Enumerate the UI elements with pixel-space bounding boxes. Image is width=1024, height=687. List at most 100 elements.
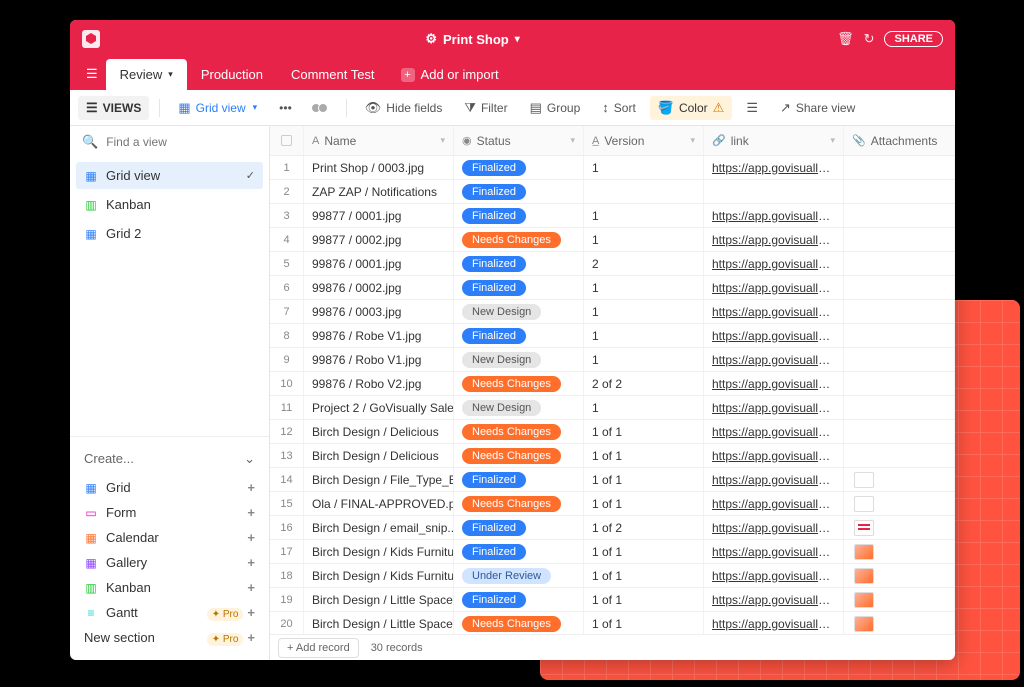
cell-name[interactable]: Ola / FINAL-APPROVED.png	[304, 492, 454, 515]
cell-attachment[interactable]	[844, 156, 955, 179]
cell-version[interactable]: 1 of 1	[584, 492, 704, 515]
cell-link-wrap[interactable]: https://app.govisually.com/...	[704, 300, 844, 323]
table-row[interactable]: 2ZAP ZAP / NotificationsFinalized	[270, 180, 955, 204]
cell-link[interactable]: https://app.govisually.com/...	[712, 545, 835, 559]
share-view-button[interactable]: ↗Share view	[772, 96, 863, 120]
group-button[interactable]: ▤Group	[522, 96, 589, 120]
column-header-name[interactable]: AName▾	[304, 126, 454, 155]
cell-version[interactable]: 1	[584, 276, 704, 299]
cell-name[interactable]: 99876 / 0002.jpg	[304, 276, 454, 299]
cell-link-wrap[interactable]: https://app.govisually.com/...	[704, 612, 844, 634]
sidebar-view-kanban[interactable]: ▥Kanban	[76, 191, 263, 218]
table-row[interactable]: 1Print Shop / 0003.jpgFinalized1https://…	[270, 156, 955, 180]
sort-button[interactable]: ↕Sort	[594, 96, 644, 119]
table-row[interactable]: 16Birch Design / email_snip...Finalized1…	[270, 516, 955, 540]
table-row[interactable]: 599876 / 0001.jpgFinalized2https://app.g…	[270, 252, 955, 276]
cell-status[interactable]: Finalized	[454, 276, 584, 299]
cell-version[interactable]: 1	[584, 156, 704, 179]
cell-version[interactable]: 1 of 1	[584, 444, 704, 467]
cell-version[interactable]: 1	[584, 348, 704, 371]
cell-link-wrap[interactable]: https://app.govisually.com/...	[704, 492, 844, 515]
cell-status[interactable]: New Design	[454, 348, 584, 371]
cell-version[interactable]: 1 of 1	[584, 540, 704, 563]
cell-version[interactable]: 1	[584, 396, 704, 419]
create-kanban[interactable]: ▥Kanban+	[78, 575, 261, 600]
sidebar-view-grid-view[interactable]: ▦Grid view✓	[76, 162, 263, 189]
cell-link-wrap[interactable]: https://app.govisually.com/...	[704, 540, 844, 563]
base-title[interactable]: Print Shop	[443, 32, 509, 47]
more-button[interactable]: •••	[271, 97, 300, 119]
cell-name[interactable]: Birch Design / Little Spaces...	[304, 612, 454, 634]
cell-name[interactable]: Birch Design / Kids Furnitur...	[304, 540, 454, 563]
table-row[interactable]: 15Ola / FINAL-APPROVED.pngNeeds Changes1…	[270, 492, 955, 516]
cell-name[interactable]: 99876 / Robo V2.jpg	[304, 372, 454, 395]
cell-name[interactable]: Birch Design / email_snip...	[304, 516, 454, 539]
cell-link-wrap[interactable]: https://app.govisually.com/...	[704, 228, 844, 251]
cell-attachment[interactable]	[844, 516, 955, 539]
menu-icon[interactable]: ☰	[78, 66, 106, 90]
attachment-thumbnail[interactable]	[854, 520, 874, 536]
cell-link[interactable]: https://app.govisually.com/...	[712, 449, 835, 463]
cell-link[interactable]: https://app.govisually.com/...	[712, 401, 835, 415]
table-row[interactable]: 499877 / 0002.jpgNeeds Changes1https://a…	[270, 228, 955, 252]
cell-name[interactable]: Print Shop / 0003.jpg	[304, 156, 454, 179]
cell-link-wrap[interactable]: https://app.govisually.com/...	[704, 252, 844, 275]
cell-attachment[interactable]	[844, 300, 955, 323]
cell-link[interactable]: https://app.govisually.com/...	[712, 305, 835, 319]
cell-link[interactable]: https://app.govisually.com/...	[712, 521, 835, 535]
cell-attachment[interactable]	[844, 420, 955, 443]
views-button[interactable]: ☰VIEWS	[78, 96, 149, 120]
find-view-input[interactable]	[106, 135, 257, 149]
cell-name[interactable]: 99877 / 0002.jpg	[304, 228, 454, 251]
cell-name[interactable]: Birch Design / Delicious	[304, 444, 454, 467]
find-view-search[interactable]: 🔍	[70, 126, 269, 158]
create-calendar[interactable]: ▦Calendar+	[78, 525, 261, 550]
cell-link[interactable]: https://app.govisually.com/...	[712, 233, 835, 247]
cell-version[interactable]: 2 of 2	[584, 372, 704, 395]
create-gallery[interactable]: ▦Gallery+	[78, 550, 261, 575]
cell-attachment[interactable]	[844, 564, 955, 587]
attachment-thumbnail[interactable]	[854, 568, 874, 584]
table-row[interactable]: 18Birch Design / Kids Furnitur...Under R…	[270, 564, 955, 588]
cell-version[interactable]: 1 of 1	[584, 468, 704, 491]
cell-version[interactable]: 1	[584, 300, 704, 323]
cell-status[interactable]: Needs Changes	[454, 228, 584, 251]
cell-version[interactable]: 1 of 1	[584, 612, 704, 634]
collaborators-button[interactable]	[306, 99, 336, 117]
cell-attachment[interactable]	[844, 540, 955, 563]
cell-link-wrap[interactable]: https://app.govisually.com/...	[704, 588, 844, 611]
attachment-thumbnail[interactable]	[854, 496, 874, 512]
attachment-thumbnail[interactable]	[854, 472, 874, 488]
table-row[interactable]: 20Birch Design / Little Spaces...Needs C…	[270, 612, 955, 634]
cell-status[interactable]: Finalized	[454, 588, 584, 611]
cell-attachment[interactable]	[844, 444, 955, 467]
cell-link-wrap[interactable]: https://app.govisually.com/...	[704, 468, 844, 491]
add-record-button[interactable]: + Add record	[278, 638, 359, 658]
cell-name[interactable]: 99876 / Robe V1.jpg	[304, 324, 454, 347]
cell-link-wrap[interactable]: https://app.govisually.com/...	[704, 156, 844, 179]
cell-attachment[interactable]	[844, 204, 955, 227]
cell-attachment[interactable]	[844, 612, 955, 634]
cell-name[interactable]: 99876 / 0001.jpg	[304, 252, 454, 275]
cell-status[interactable]: Needs Changes	[454, 612, 584, 634]
cell-status[interactable]: Needs Changes	[454, 492, 584, 515]
table-row[interactable]: 399877 / 0001.jpgFinalized1https://app.g…	[270, 204, 955, 228]
tab-review[interactable]: Review▾	[106, 59, 187, 90]
cell-attachment[interactable]	[844, 276, 955, 299]
cell-version[interactable]: 1 of 1	[584, 588, 704, 611]
table-row[interactable]: 13Birch Design / DeliciousNeeds Changes1…	[270, 444, 955, 468]
table-row[interactable]: 19Birch Design / Little Spaces...Finaliz…	[270, 588, 955, 612]
attachment-thumbnail[interactable]	[854, 592, 874, 608]
cell-name[interactable]: 99876 / Robo V1.jpg	[304, 348, 454, 371]
column-header-attachments[interactable]: 📎Attachments	[844, 126, 955, 155]
share-button[interactable]: SHARE	[884, 31, 943, 47]
cell-link-wrap[interactable]: https://app.govisually.com/...	[704, 348, 844, 371]
cell-link-wrap[interactable]: https://app.govisually.com/...	[704, 420, 844, 443]
cell-name[interactable]: Birch Design / File_Type_ERR	[304, 468, 454, 491]
cell-link[interactable]: https://app.govisually.com/...	[712, 569, 835, 583]
table-row[interactable]: 11Project 2 / GoVisually Sales...New Des…	[270, 396, 955, 420]
hide-fields-button[interactable]: 👁Hide fields	[357, 96, 451, 120]
trash-icon[interactable]: 🗑	[837, 31, 854, 47]
cell-name[interactable]: 99876 / 0003.jpg	[304, 300, 454, 323]
cell-link[interactable]: https://app.govisually.com/...	[712, 257, 835, 271]
